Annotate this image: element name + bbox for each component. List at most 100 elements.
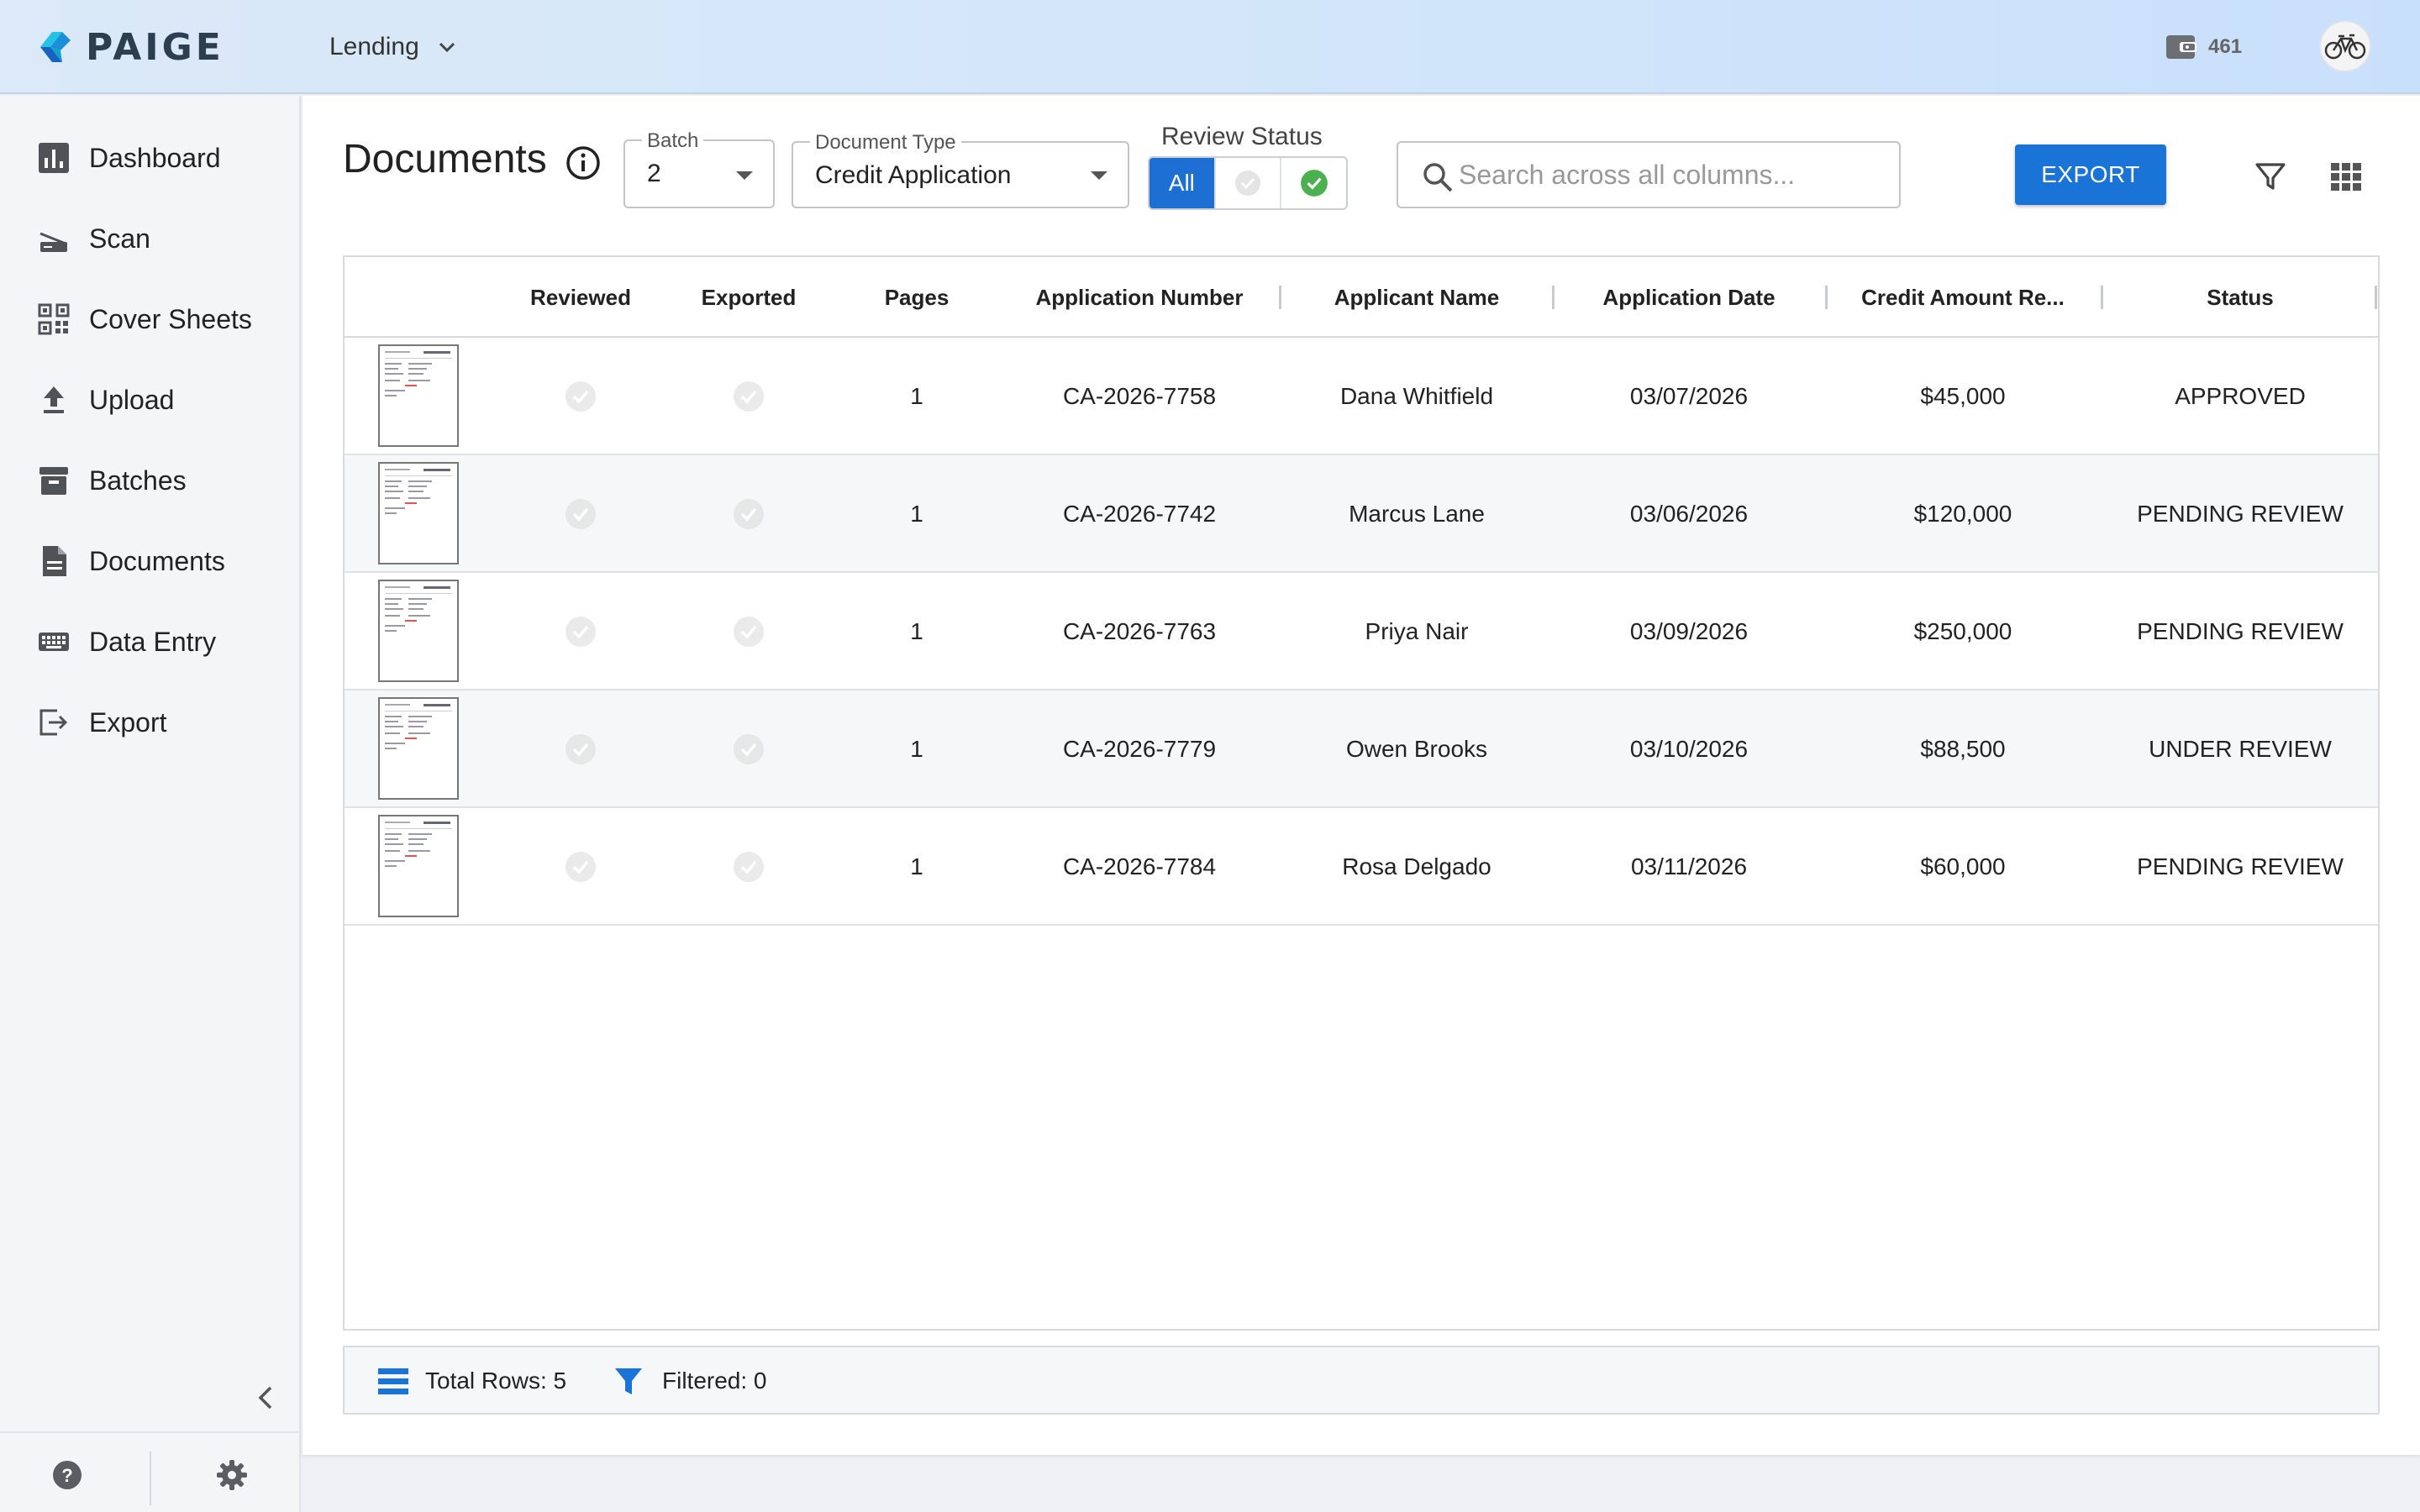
sidebar-item-scan[interactable]: Scan <box>0 205 301 272</box>
document-icon <box>43 546 66 576</box>
sidebar-item-upload[interactable]: Upload <box>0 366 301 433</box>
sidebar-item-data-entry[interactable]: Data Entry <box>0 608 301 675</box>
exported-indicator <box>669 808 829 926</box>
batch-select-value: 2 <box>647 160 661 187</box>
sidebar-footer: ? <box>0 1431 301 1512</box>
info-icon[interactable] <box>565 144 602 181</box>
search-icon <box>1423 163 1453 192</box>
credits-indicator[interactable]: 461 <box>2165 29 2242 66</box>
table-row[interactable]: 1 CA-2026-7784 Rosa Delgado 03/11/2026 $60,0… <box>345 808 2378 926</box>
table-header: Reviewed Exported Pages Application Numb… <box>345 257 2378 338</box>
table-row[interactable]: 1 CA-2026-7742 Marcus Lane 03/06/2026 $120,0… <box>345 455 2378 573</box>
export-icon <box>39 709 68 736</box>
check-circle-outline-icon <box>1235 171 1260 196</box>
sidebar-item-cover-sheets[interactable]: Cover Sheets <box>0 286 301 353</box>
column-header-exported[interactable]: Exported <box>669 257 829 338</box>
review-filter-unreviewed[interactable] <box>1216 158 1282 208</box>
document-thumbnail[interactable] <box>378 580 459 682</box>
cell-pages: 1 <box>910 618 923 644</box>
credits-count: 461 <box>2208 35 2243 58</box>
check-circle-icon <box>566 499 596 529</box>
app-switcher-label: Lending <box>329 33 419 60</box>
document-thumbnail[interactable] <box>378 815 459 917</box>
sidebar-item-documents[interactable]: Documents <box>0 528 301 595</box>
check-circle-icon <box>566 852 596 882</box>
sidebar-item-batches[interactable]: Batches <box>0 447 301 514</box>
filter-icon[interactable] <box>2250 156 2291 197</box>
review-filter-all[interactable]: All <box>1150 158 1216 208</box>
cell-applicant-name: Priya Nair <box>1365 618 1469 644</box>
exported-indicator <box>669 338 829 455</box>
review-filter-all-label: All <box>1168 170 1195 196</box>
document-thumbnail[interactable] <box>378 462 459 564</box>
user-avatar[interactable] <box>2319 20 2371 72</box>
sidebar-item-label: Scan <box>89 223 150 254</box>
grid-view-icon[interactable] <box>2326 156 2366 197</box>
sidebar-item-label: Data Entry <box>89 626 217 657</box>
cell-application-number: CA-2026-7784 <box>1062 853 1217 879</box>
export-button[interactable]: EXPORT <box>2015 144 2166 205</box>
batch-select[interactable]: Batch 2 <box>623 129 775 208</box>
archive-box-icon <box>39 467 68 495</box>
cell-pages: 1 <box>910 736 923 762</box>
app-switcher[interactable]: Lending <box>329 25 456 69</box>
column-resize-handle[interactable] <box>2375 286 2377 309</box>
check-circle-icon <box>1300 170 1328 197</box>
upload-icon <box>44 386 64 413</box>
reviewed-indicator <box>492 338 669 455</box>
brand-logo[interactable]: PAIGE <box>37 25 224 69</box>
filtered-count: Filtered: 0 <box>662 1368 767 1394</box>
sidebar: Dashboard Scan Cover Sheets Upload Batch… <box>0 96 301 1512</box>
sidebar-item-dashboard[interactable]: Dashboard <box>0 124 301 192</box>
reviewed-indicator <box>492 690 669 808</box>
cell-application-date: 03/06/2026 <box>1629 501 1749 527</box>
cell-credit-amount: $120,000 <box>1913 501 2012 527</box>
document-thumbnail[interactable] <box>378 697 459 800</box>
keyboard-icon <box>39 633 69 651</box>
cell-credit-amount: $45,000 <box>1920 383 2006 409</box>
svg-text:?: ? <box>61 1465 72 1486</box>
column-resize-handle[interactable] <box>1552 286 1555 309</box>
chevron-left-icon[interactable] <box>252 1379 279 1416</box>
column-resize-handle[interactable] <box>2101 286 2103 309</box>
chevron-down-icon <box>439 42 455 53</box>
table-row[interactable]: 1 CA-2026-7779 Owen Brooks 03/10/2026 $88,50… <box>345 690 2378 808</box>
column-header-application-number[interactable]: Application Number <box>1005 257 1274 338</box>
sidebar-item-label: Dashboard <box>89 142 221 173</box>
column-header-applicant-name[interactable]: Applicant Name <box>1282 257 1551 338</box>
table-row[interactable]: 1 CA-2026-7758 Dana Whitfield 03/07/2026 $45… <box>345 338 2378 455</box>
table-row[interactable]: 1 CA-2026-7763 Priya Nair 03/09/2026 $250,00… <box>345 573 2378 690</box>
cell-credit-amount: $88,500 <box>1920 736 2006 762</box>
cell-pages: 1 <box>910 501 923 527</box>
reviewed-indicator <box>492 455 669 573</box>
qr-code-icon <box>38 303 70 335</box>
check-circle-icon <box>566 734 596 764</box>
document-type-select[interactable]: Document Type Credit Application <box>792 131 1129 208</box>
column-header-credit-amount[interactable]: Credit Amount Re... <box>1828 257 2097 338</box>
rows-icon <box>378 1368 408 1394</box>
review-filter-reviewed[interactable] <box>1281 158 1346 208</box>
cell-credit-amount: $60,000 <box>1920 853 2006 879</box>
page-title: Documents <box>343 137 547 181</box>
sidebar-item-export[interactable]: Export <box>0 689 301 756</box>
column-header-application-date[interactable]: Application Date <box>1555 257 1823 338</box>
gear-icon[interactable] <box>215 1458 249 1492</box>
column-header-reviewed[interactable]: Reviewed <box>492 257 669 338</box>
cell-application-date: 03/09/2026 <box>1629 618 1749 644</box>
cell-status: UNDER REVIEW <box>2149 736 2332 762</box>
main-panel: Documents Batch 2 Document Type Credit A… <box>302 96 2420 1455</box>
cell-status: PENDING REVIEW <box>2137 853 2344 879</box>
column-resize-handle[interactable] <box>1279 286 1281 309</box>
help-icon[interactable]: ? <box>50 1458 84 1492</box>
column-header-status[interactable]: Status <box>2106 257 2375 338</box>
top-bar: PAIGE Lending 461 <box>0 0 2420 94</box>
column-header-pages[interactable]: Pages <box>829 257 1005 338</box>
cell-application-number: CA-2026-7763 <box>1062 618 1217 644</box>
cell-application-date: 03/11/2026 <box>1630 853 1748 879</box>
column-resize-handle[interactable] <box>1825 286 1828 309</box>
cell-application-date: 03/10/2026 <box>1629 736 1749 762</box>
document-thumbnail[interactable] <box>378 344 459 447</box>
check-circle-icon <box>566 381 596 412</box>
sidebar-item-label: Documents <box>89 545 225 576</box>
search-input[interactable] <box>1459 155 1887 195</box>
